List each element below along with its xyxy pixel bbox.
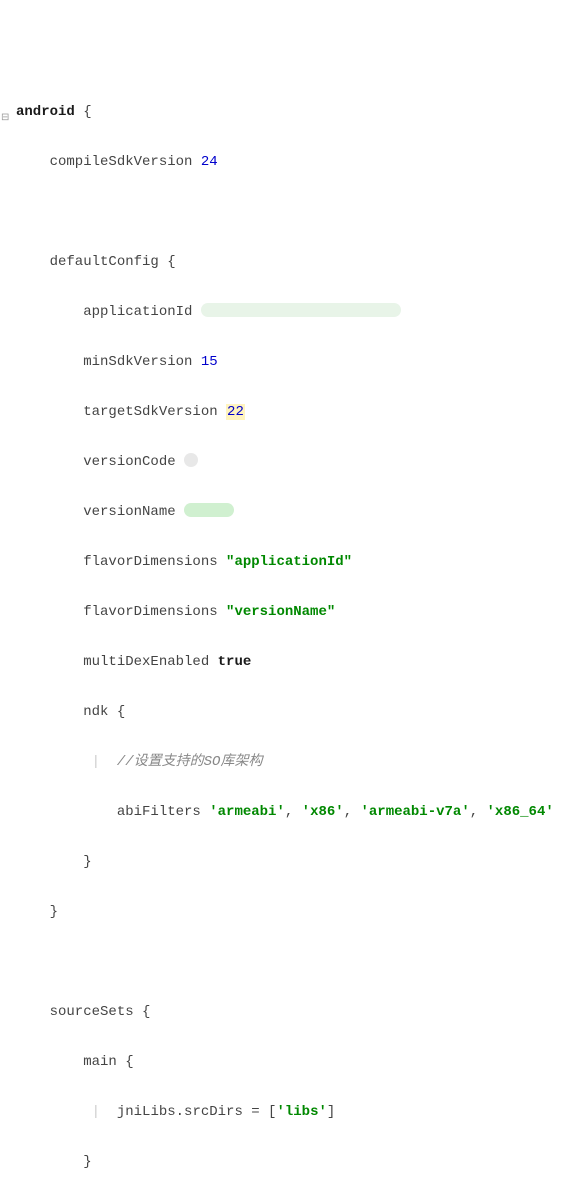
string-literal: 'x86' bbox=[302, 804, 344, 820]
code-line: compileSdkVersion 24 bbox=[4, 150, 586, 175]
text: compileSdkVersion bbox=[16, 154, 201, 170]
number-literal: 15 bbox=[201, 354, 218, 370]
code-line: flavorDimensions "applicationId" bbox=[4, 550, 586, 575]
redacted-value bbox=[184, 453, 198, 467]
code-line: multiDexEnabled true bbox=[4, 650, 586, 675]
bracket: ] bbox=[327, 1104, 335, 1120]
string-literal: 'x86_64' bbox=[487, 804, 554, 820]
code-line: versionCode bbox=[4, 450, 586, 475]
code-line: applicationId bbox=[4, 300, 586, 325]
string-literal: 'libs' bbox=[276, 1104, 326, 1120]
code-line: ⊟ android { bbox=[4, 100, 586, 125]
redacted-value bbox=[201, 303, 401, 317]
text: minSdkVersion bbox=[16, 354, 201, 370]
string-literal: 'armeabi-v7a' bbox=[361, 804, 470, 820]
code-line: versionName bbox=[4, 500, 586, 525]
code-line: defaultConfig { bbox=[4, 250, 586, 275]
comment: //设置支持的SO库架构 bbox=[117, 754, 263, 770]
number-literal: 24 bbox=[201, 154, 218, 170]
code-line: targetSdkVersion 22 bbox=[4, 400, 586, 425]
code-line: abiFilters 'armeabi', 'x86', 'armeabi-v7… bbox=[4, 800, 586, 825]
text: main { bbox=[4, 1050, 134, 1075]
text: ndk { bbox=[4, 700, 125, 725]
keyword-true: true bbox=[218, 654, 252, 670]
comma: , bbox=[344, 804, 361, 820]
brace: { bbox=[75, 104, 92, 120]
number-literal-highlighted: 22 bbox=[226, 404, 245, 420]
text: versionCode bbox=[16, 454, 184, 470]
text: multiDexEnabled bbox=[16, 654, 218, 670]
blank-line bbox=[4, 950, 586, 975]
code-line: } bbox=[4, 850, 586, 875]
text: targetSdkVersion bbox=[16, 404, 226, 420]
fold-marker-icon[interactable]: ⊟ bbox=[1, 106, 11, 116]
blank-line bbox=[4, 200, 586, 225]
brace: } bbox=[4, 900, 58, 925]
redacted-value bbox=[184, 503, 234, 517]
comma: , bbox=[470, 804, 487, 820]
text: applicationId bbox=[16, 304, 201, 320]
string-literal: "versionName" bbox=[226, 604, 335, 620]
text: flavorDimensions bbox=[16, 554, 226, 570]
text: abiFilters bbox=[16, 804, 209, 820]
string-literal: 'armeabi' bbox=[209, 804, 285, 820]
code-line: | jniLibs.srcDirs = ['libs'] bbox=[4, 1100, 586, 1125]
code-line: } bbox=[4, 1150, 586, 1175]
code-line: flavorDimensions "versionName" bbox=[4, 600, 586, 625]
code-line: } bbox=[4, 900, 586, 925]
comma: , bbox=[285, 804, 302, 820]
text: versionName bbox=[16, 504, 184, 520]
text: sourceSets { bbox=[4, 1000, 150, 1025]
brace: } bbox=[4, 850, 92, 875]
code-line: main { bbox=[4, 1050, 586, 1075]
keyword-android: android bbox=[16, 104, 75, 120]
text: defaultConfig { bbox=[4, 250, 176, 275]
text: flavorDimensions bbox=[16, 604, 226, 620]
string-literal: "applicationId" bbox=[226, 554, 352, 570]
code-line: sourceSets { bbox=[4, 1000, 586, 1025]
code-line: | //设置支持的SO库架构 bbox=[4, 750, 586, 775]
brace: } bbox=[4, 1150, 92, 1175]
code-line: ndk { bbox=[4, 700, 586, 725]
code-line: minSdkVersion 15 bbox=[4, 350, 586, 375]
